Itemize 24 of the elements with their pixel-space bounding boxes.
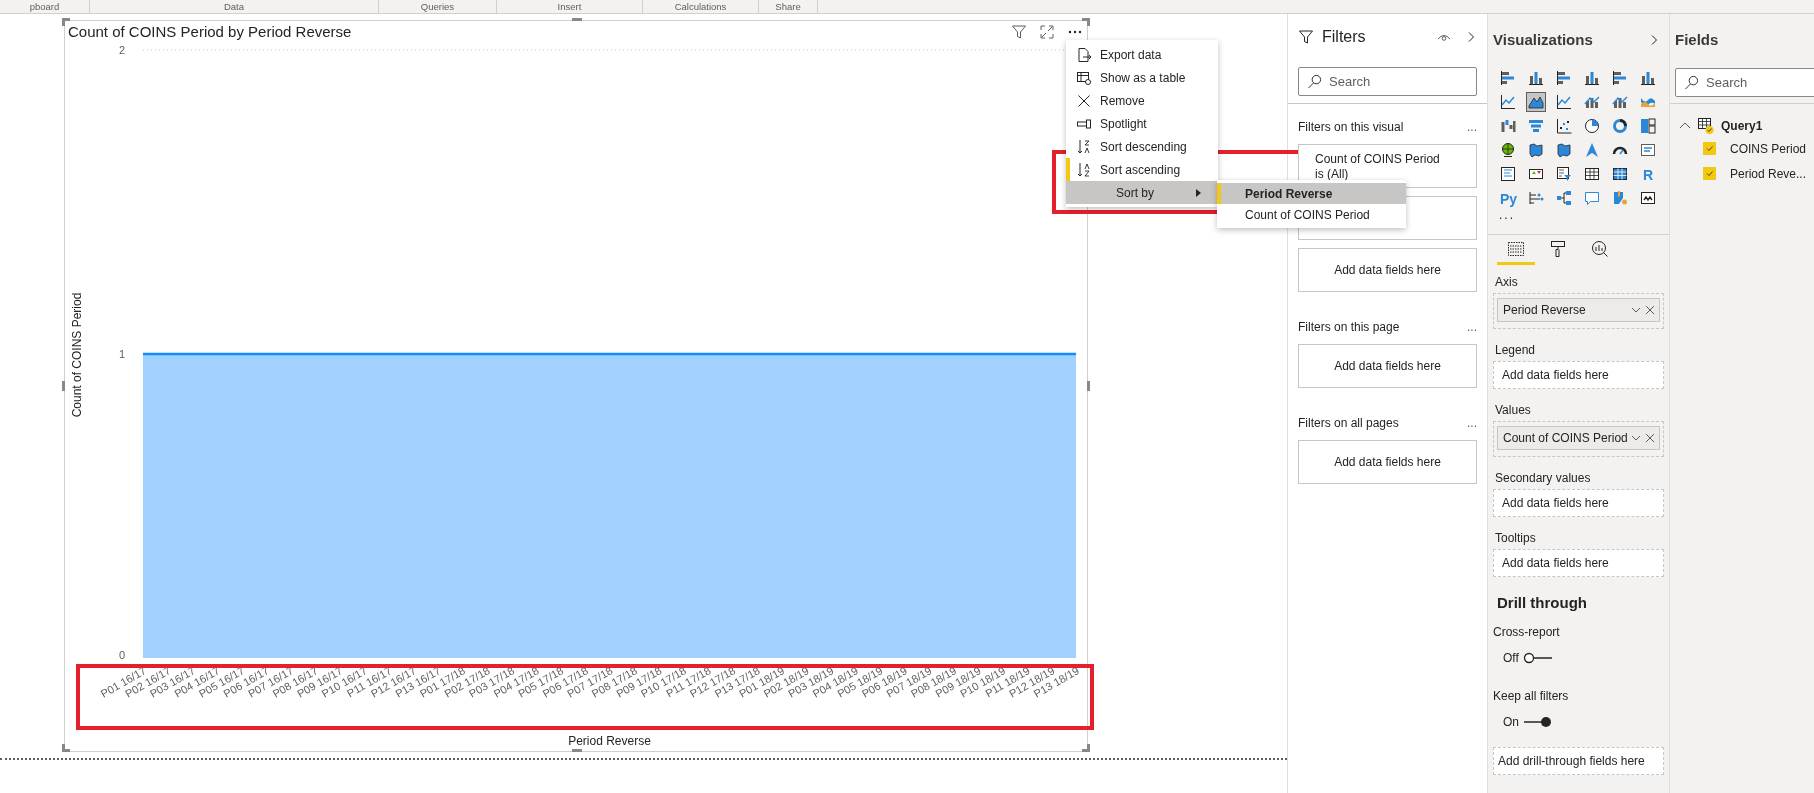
pane-title: Visualizations [1493, 29, 1593, 50]
setting-label: Keep all filters [1493, 688, 1570, 705]
pane-title: Filters [1322, 27, 1366, 47]
toggle-state-label: On [1503, 714, 1519, 731]
section-title: Filters on all pages [1298, 415, 1399, 432]
axis-tick-label: 2 [118, 44, 125, 56]
pane-title: Fields [1675, 29, 1719, 50]
toggle-state-label: Off [1503, 650, 1519, 667]
well-label: Tooltips [1494, 530, 1537, 547]
axis-tick-label: 1 [118, 348, 125, 360]
section-title: Filters on this visual [1298, 119, 1404, 136]
filter-name: Count of COINS Period [1315, 152, 1441, 167]
axis-title: Period Reverse [568, 734, 651, 748]
setting-label: Cross-report [1493, 624, 1561, 641]
well-label: Axis [1494, 274, 1519, 291]
chart-title: Count of COINS Period by Period Reverse [68, 21, 352, 42]
well-label: Legend [1494, 342, 1537, 359]
section-title: Filters on this page [1298, 319, 1400, 336]
well-label: Values [1494, 402, 1532, 419]
axis-tick-label: 0 [118, 649, 125, 661]
axis-title: Count of COINS Period [70, 292, 84, 418]
section-heading: Drill through [1496, 593, 1588, 613]
well-label: Secondary values [1494, 470, 1592, 487]
filter-value: is (All) [1315, 167, 1350, 182]
